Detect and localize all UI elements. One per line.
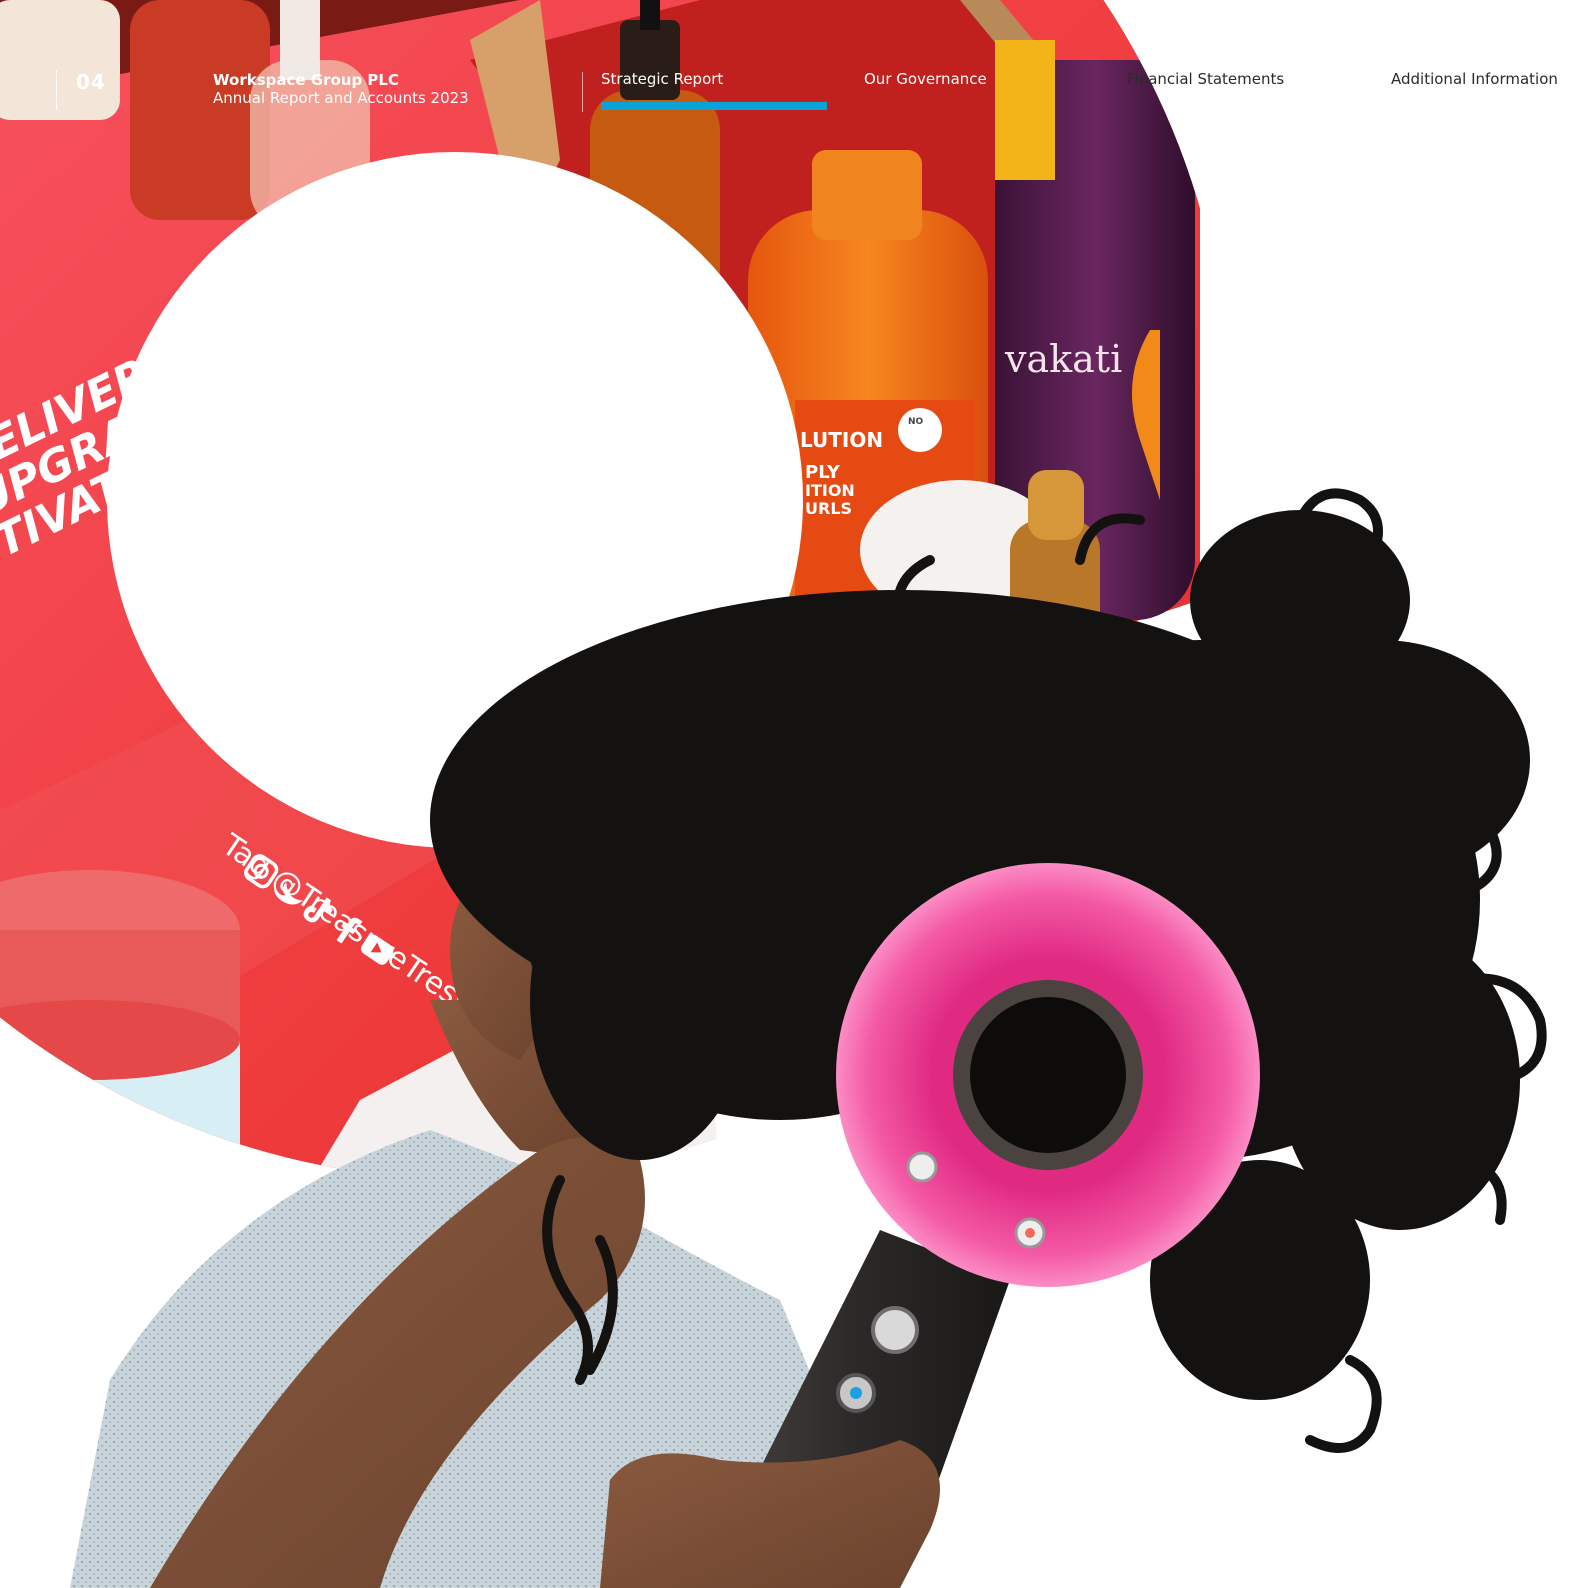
bottle-badge: NO — [908, 417, 924, 427]
header-divider-left — [56, 70, 57, 110]
bottle-label-line2: PLY — [805, 462, 841, 483]
bottle-label-line3: ITION — [805, 481, 855, 500]
report-title: Annual Report and Accounts 2023 — [213, 89, 469, 107]
hero-artwork: LUTION PLY ITION URLS NO vakati DELIVER — [0, 0, 1573, 1588]
tab-financial-statements[interactable]: Financial Statements — [1127, 70, 1284, 88]
page-header: 04 Workspace Group PLC Annual Report and… — [0, 0, 1573, 120]
page-number: 04 — [76, 70, 106, 94]
tab-additional-information[interactable]: Additional Information — [1391, 70, 1558, 88]
header-divider-mid — [582, 72, 583, 112]
active-tab-indicator — [601, 102, 827, 110]
tab-our-governance[interactable]: Our Governance — [864, 70, 987, 88]
report-identity: Workspace Group PLC Annual Report and Ac… — [213, 71, 469, 107]
bottle-label-line1: LUTION — [800, 428, 883, 452]
report-page: LUTION PLY ITION URLS NO vakati DELIVER — [0, 0, 1573, 1588]
bottle-label-line4: URLS — [805, 499, 852, 518]
bottle-brand: vakati — [1004, 337, 1122, 381]
tab-strategic-report[interactable]: Strategic Report — [601, 70, 723, 88]
tab-clip: Additional Information — [1391, 70, 1573, 94]
company-name: Workspace Group PLC — [213, 71, 399, 89]
